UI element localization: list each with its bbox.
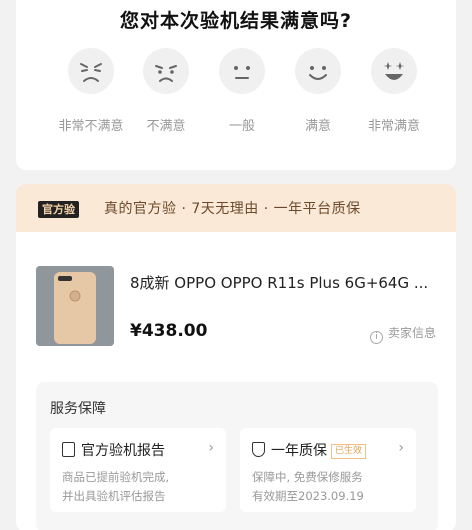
rating-happy[interactable]: 满意 [278, 48, 358, 134]
satisfaction-card: 您对本次验机结果满意吗? 非常不满意 不满意 一般 满意 非常满意 [16, 0, 456, 170]
warranty-card[interactable]: 一年质保 已生效 › 保障中, 免费保修服务 有效期至2023.09.19 [240, 428, 416, 512]
official-badge: 官方验 [38, 201, 79, 218]
rating-label: 一般 [228, 119, 255, 134]
very-happy-face-icon [371, 48, 417, 94]
rating-very-unhappy[interactable]: 非常不满意 [51, 48, 131, 134]
inspection-report-title: 官方验机报告 [81, 443, 165, 459]
service-title: 服务保障 [50, 401, 106, 417]
product-card: 8成新 OPPO OPPO R11s Plus 6G+64G ... ¥438.… [16, 232, 456, 530]
very-unhappy-face-icon [68, 48, 114, 94]
desc-line: 商品已提前验机完成, [62, 470, 170, 484]
service-guarantee-section: 服务保障 官方验机报告 › 商品已提前验机完成, 并出具验机评估报告 一年质保已… [36, 382, 438, 530]
neutral-face-icon [219, 48, 265, 94]
warranty-title: 一年质保 [271, 443, 327, 459]
info-icon: i [369, 331, 383, 344]
desc-line: 并出具验机评估报告 [62, 489, 166, 503]
satisfaction-title: 您对本次验机结果满意吗? [119, 10, 353, 32]
status-badge: 已生效 [331, 444, 367, 459]
rating-label: 非常不满意 [58, 119, 124, 134]
desc-line: 有效期至2023.09.19 [252, 489, 364, 503]
chevron-right-icon: › [398, 440, 404, 456]
warranty-desc: 保障中, 免费保修服务 有效期至2023.09.19 [252, 468, 402, 506]
banner-text: 真的官方验 · 7天无理由 · 一年平台质保 [104, 201, 361, 217]
chevron-right-icon: › [208, 440, 214, 456]
inspection-report-desc: 商品已提前验机完成, 并出具验机评估报告 [62, 468, 212, 506]
official-inspection-banner: 官方验 真的官方验 · 7天无理由 · 一年平台质保 [16, 184, 456, 232]
product-title[interactable]: 8成新 OPPO OPPO R11s Plus 6G+64G ... [130, 272, 428, 293]
rating-very-happy[interactable]: 非常满意 [354, 48, 434, 134]
desc-line: 保障中, 免费保修服务 [252, 470, 363, 484]
product-image[interactable] [36, 266, 114, 346]
shield-icon [252, 442, 265, 457]
happy-face-icon [295, 48, 341, 94]
rating-neutral[interactable]: 一般 [202, 48, 282, 134]
rating-label: 不满意 [146, 119, 186, 134]
product-price: ¥438.00 [130, 321, 208, 341]
rating-label: 满意 [304, 119, 331, 134]
seller-info-label: 卖家信息 [387, 326, 436, 340]
inspection-report-card[interactable]: 官方验机报告 › 商品已提前验机完成, 并出具验机评估报告 [50, 428, 226, 512]
seller-info-link[interactable]: i 卖家信息 [369, 324, 436, 344]
rating-unhappy[interactable]: 不满意 [126, 48, 206, 134]
rating-label: 非常满意 [367, 119, 420, 134]
unhappy-face-icon [143, 48, 189, 94]
report-icon [62, 442, 75, 457]
inspection-page: 您对本次验机结果满意吗? 非常不满意 不满意 一般 满意 非常满意 官方验 真的… [0, 0, 472, 530]
